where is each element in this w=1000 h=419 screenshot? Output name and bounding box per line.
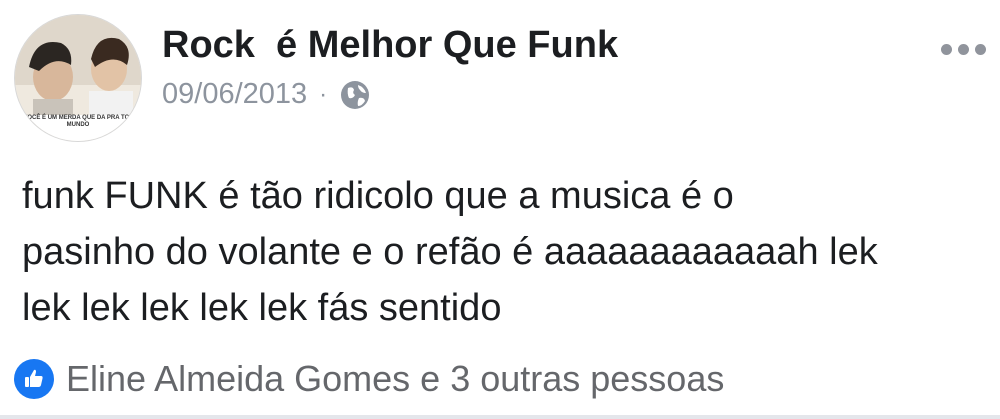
dot	[975, 44, 986, 55]
dot	[958, 44, 969, 55]
meta-separator: ·	[319, 80, 328, 108]
avatar-caption: E VOCÊ É UM MERDA QUE DA PRA TODO MUNDO	[17, 115, 139, 128]
facebook-post: E VOCÊ É UM MERDA QUE DA PRA TODO MUNDO …	[0, 0, 1000, 419]
more-dots-icon[interactable]	[941, 44, 986, 55]
reactions-summary[interactable]: Eline Almeida Gomes e 3 outras pessoas	[14, 358, 724, 400]
post-meta: 09/06/2013 ·	[162, 78, 371, 111]
post-body: funk FUNK é tão ridicolo que a musica é …	[22, 175, 878, 329]
page-avatar[interactable]: E VOCÊ É UM MERDA QUE DA PRA TODO MUNDO	[14, 14, 142, 142]
globe-icon[interactable]	[339, 79, 371, 111]
post-date[interactable]: 09/06/2013	[162, 78, 307, 111]
dot	[941, 44, 952, 55]
divider	[0, 415, 1000, 419]
reactions-text: Eline Almeida Gomes e 3 outras pessoas	[66, 358, 725, 399]
like-icon	[14, 359, 54, 399]
page-name[interactable]: Rock é Melhor Que Funk	[162, 24, 618, 67]
